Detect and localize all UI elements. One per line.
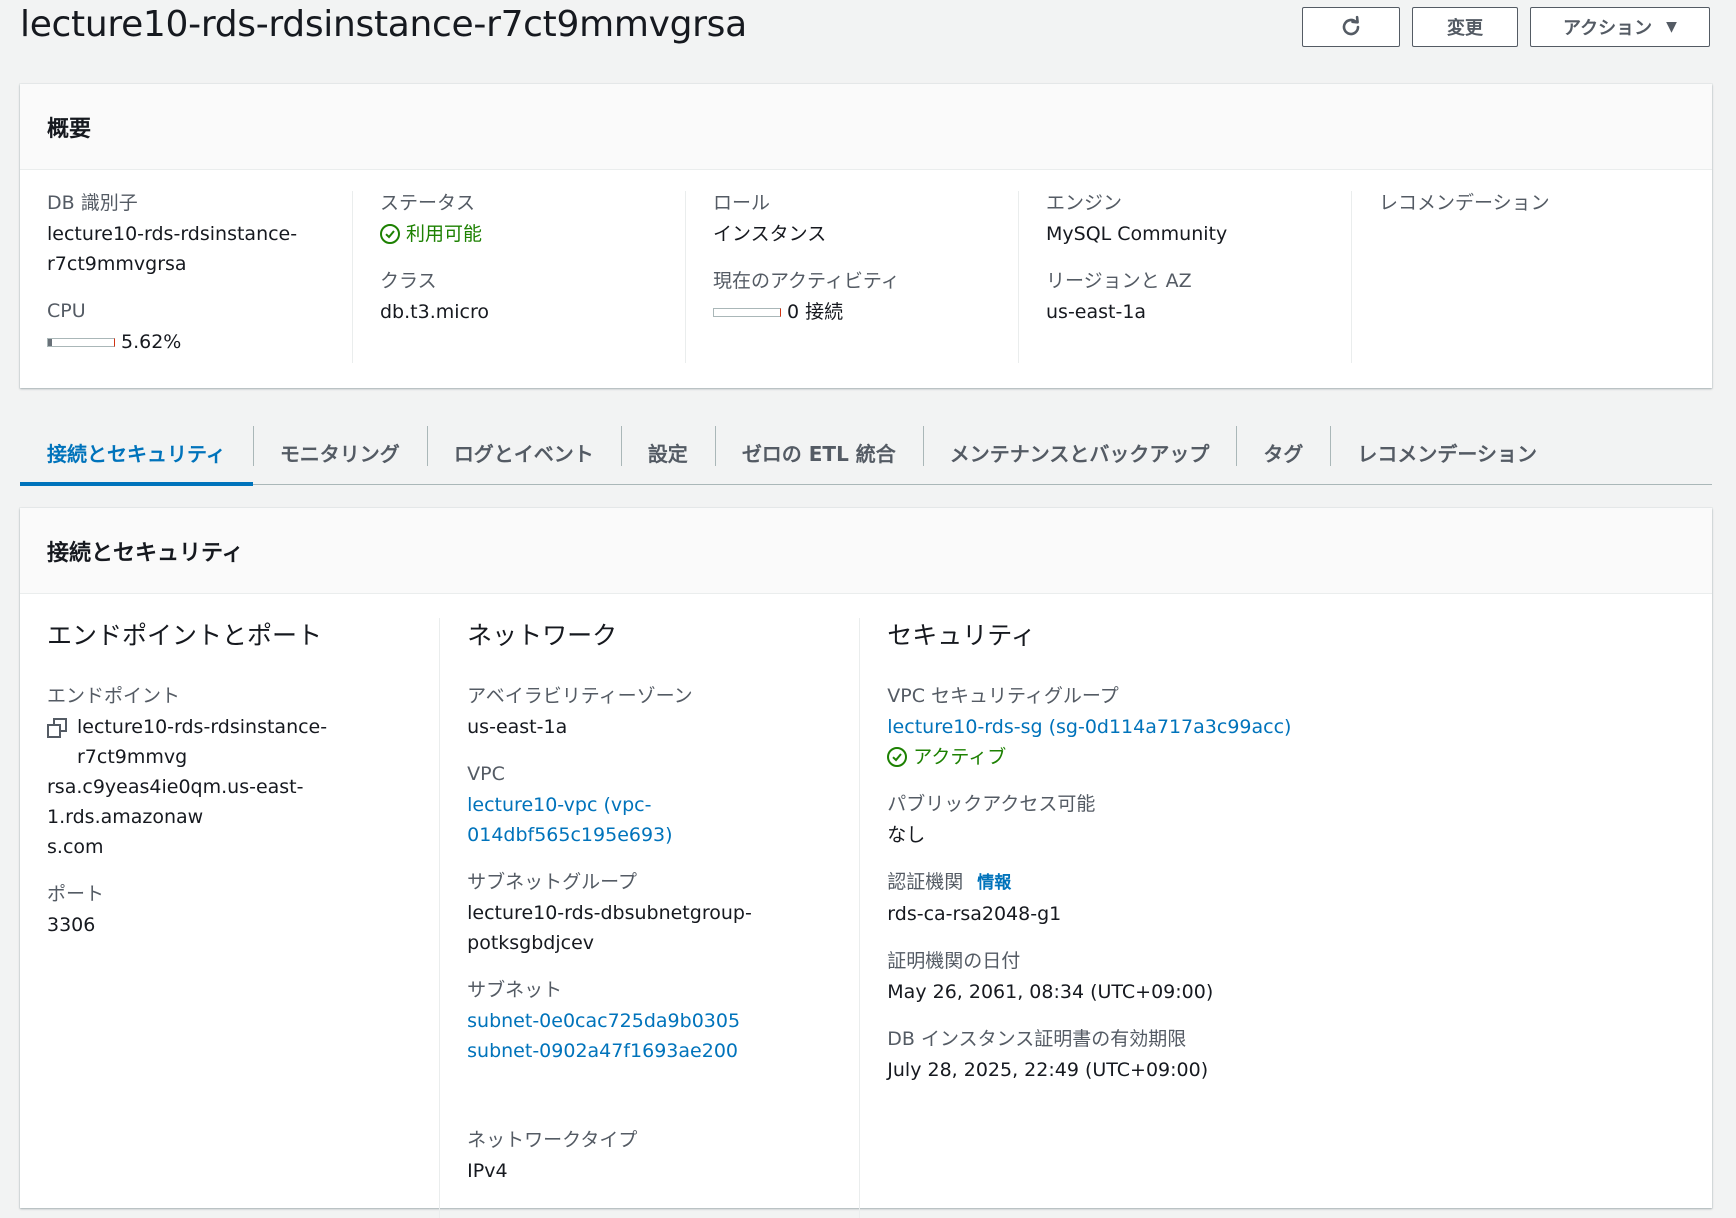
subnet-link[interactable]: subnet-0902a47f1693ae200 bbox=[467, 1036, 843, 1066]
network-type-label: ネットワークタイプ bbox=[467, 1129, 638, 1151]
vpc-link[interactable]: lecture10-vpc (vpc-014dbf565c195e693) bbox=[467, 790, 843, 850]
summary-heading: 概要 bbox=[20, 84, 1712, 170]
activity-progress-bar bbox=[713, 307, 781, 317]
db-identifier-label: DB 識別子 bbox=[47, 192, 138, 214]
security-group-status: アクティブ bbox=[887, 742, 1696, 772]
subnet-link[interactable]: subnet-0e0cac725da9b0305 bbox=[467, 1006, 843, 1036]
class-label: クラス bbox=[380, 270, 437, 292]
role-value: インスタンス bbox=[713, 223, 827, 245]
class-value: db.t3.micro bbox=[380, 301, 489, 323]
vpc-label: VPC bbox=[467, 763, 505, 785]
region-value: us-east-1a bbox=[1046, 301, 1147, 323]
security-column: セキュリティ VPC セキュリティグループ lecture10-rds-sg (… bbox=[860, 618, 1712, 1218]
summary-col-engine: エンジン MySQL Community リージョンと AZ us-east-1… bbox=[1019, 191, 1352, 363]
cert-expiry-label: DB インスタンス証明書の有効期限 bbox=[887, 1028, 1187, 1050]
header-actions: 変更 アクション ▼ bbox=[1302, 7, 1710, 47]
actions-label: アクション bbox=[1563, 18, 1653, 39]
ca-label-row: 認証機関 情報 bbox=[887, 870, 1696, 895]
subnet-group-label: サブネットグループ bbox=[467, 871, 638, 893]
check-circle-icon bbox=[887, 747, 908, 767]
ca-label: 認証機関 bbox=[887, 871, 964, 893]
ca-value: rds-ca-rsa2048-g1 bbox=[887, 903, 1062, 925]
endpoint-value-cont: rsa.c9yeas4ie0qm.us-east-1.rds.amazonaw … bbox=[47, 776, 304, 858]
tab-4[interactable]: ゼロの ETL 統合 bbox=[714, 420, 923, 484]
subnets-list: subnet-0e0cac725da9b0305 subnet-0902a47f… bbox=[467, 1006, 843, 1066]
cpu-value: 5.62% bbox=[121, 331, 182, 353]
page-title: lecture10-rds-rdsinstance-r7ct9mmvgrsa bbox=[20, 4, 747, 45]
detail-tabs: 接続とセキュリティ モニタリング ログとイベント 設定 ゼロの ETL 統合 メンテナンス… bbox=[20, 420, 1712, 486]
summary-col-recommendation: レコメンデーション bbox=[1352, 191, 1685, 363]
port-label: ポート bbox=[47, 883, 105, 905]
security-title: セキュリティ bbox=[887, 621, 1036, 650]
tab-5[interactable]: メンテナンスとバックアップ bbox=[922, 420, 1237, 484]
info-link[interactable]: 情報 bbox=[977, 873, 1011, 893]
endpoint-port-column: エンドポイントとポート エンドポイント lecture10-rds-rdsins… bbox=[20, 618, 441, 1218]
network-title: ネットワーク bbox=[467, 621, 618, 650]
role-label: ロール bbox=[713, 192, 771, 214]
ca-date-value: May 26, 2061, 08:34 (UTC+09:00) bbox=[887, 981, 1214, 1003]
tab-6[interactable]: タグ bbox=[1236, 420, 1330, 484]
activity-value: 0 接続 bbox=[787, 301, 844, 323]
summary-col-status: ステータス 利用可能 クラス db.t3.micro bbox=[353, 191, 686, 363]
engine-value: MySQL Community bbox=[1046, 223, 1228, 245]
refresh-icon bbox=[1342, 15, 1360, 36]
summary-col-identifier: DB 識別子 lecture10-rds-rdsinstance- r7ct9m… bbox=[20, 191, 353, 363]
tab-2[interactable]: ログとイベント bbox=[426, 420, 621, 484]
subnets-label: サブネット bbox=[467, 979, 563, 1001]
tab-7[interactable]: レコメンデーション bbox=[1330, 420, 1564, 484]
security-group-label: VPC セキュリティグループ bbox=[887, 685, 1119, 707]
check-circle-icon bbox=[380, 224, 400, 244]
tab-1[interactable]: モニタリング bbox=[252, 420, 427, 484]
endpoint-label: エンドポイント bbox=[47, 685, 181, 707]
endpoint-value: lecture10-rds-rdsinstance-r7ct9mmvg bbox=[47, 712, 423, 772]
cert-expiry-value: July 28, 2025, 22:49 (UTC+09:00) bbox=[887, 1059, 1209, 1081]
port-value: 3306 bbox=[47, 914, 96, 936]
connectivity-panel: 接続とセキュリティ エンドポイントとポート エンドポイント lecture10-… bbox=[20, 508, 1712, 1218]
security-group-link[interactable]: lecture10-rds-sg (sg-0d114a717a3c99acc) bbox=[887, 712, 1696, 742]
az-label: アベイラビリティーゾーン bbox=[467, 685, 693, 707]
caret-down-icon: ▼ bbox=[1666, 19, 1677, 35]
tab-0[interactable]: 接続とセキュリティ bbox=[20, 420, 253, 486]
db-identifier-value: lecture10-rds-rdsinstance- r7ct9mmvgrsa bbox=[47, 223, 298, 275]
modify-button[interactable]: 変更 bbox=[1412, 7, 1518, 47]
ca-date-label: 証明機関の日付 bbox=[887, 950, 1021, 972]
tab-3[interactable]: 設定 bbox=[620, 420, 715, 484]
endpoint-port-title: エンドポイントとポート bbox=[47, 621, 323, 650]
actions-dropdown-button[interactable]: アクション ▼ bbox=[1530, 7, 1710, 47]
cpu-label: CPU bbox=[47, 300, 86, 322]
refresh-button[interactable] bbox=[1302, 7, 1400, 47]
public-access-label: パブリックアクセス可能 bbox=[887, 793, 1096, 815]
region-label: リージョンと AZ bbox=[1046, 270, 1192, 292]
cpu-meter: 5.62% bbox=[47, 327, 352, 357]
status-badge: 利用可能 bbox=[380, 219, 685, 249]
copy-icon[interactable] bbox=[47, 718, 67, 738]
connectivity-heading: 接続とセキュリティ bbox=[20, 508, 1712, 594]
summary-panel: 概要 DB 識別子 lecture10-rds-rdsinstance- r7c… bbox=[20, 84, 1712, 388]
engine-label: エンジン bbox=[1046, 192, 1123, 214]
recommendation-label: レコメンデーション bbox=[1379, 192, 1550, 214]
subnet-group-value: lecture10-rds-dbsubnetgroup- potksgbdjce… bbox=[467, 902, 752, 954]
status-label: ステータス bbox=[380, 192, 476, 214]
activity-meter: 0 接続 bbox=[713, 297, 1018, 327]
summary-col-role: ロール インスタンス 現在のアクティビティ 0 接続 bbox=[686, 191, 1019, 363]
az-value: us-east-1a bbox=[467, 716, 568, 738]
public-access-value: なし bbox=[887, 824, 926, 846]
network-column: ネットワーク アベイラビリティーゾーン us-east-1a VPC lectu… bbox=[440, 618, 861, 1218]
network-type-value: IPv4 bbox=[467, 1160, 508, 1182]
activity-label: 現在のアクティビティ bbox=[713, 270, 900, 292]
cpu-progress-bar bbox=[47, 337, 115, 347]
